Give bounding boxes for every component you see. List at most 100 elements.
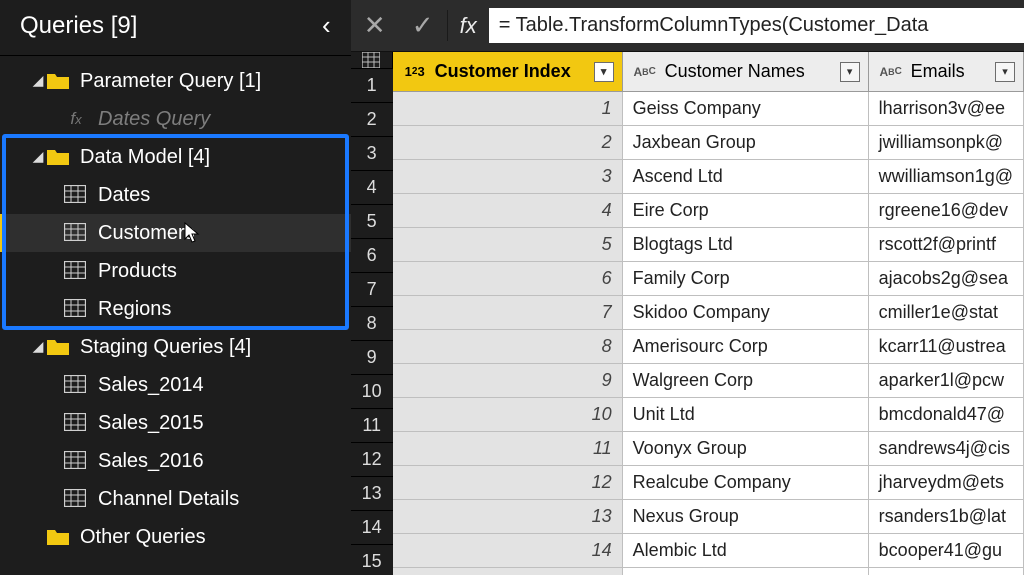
row-number[interactable]: 12 xyxy=(351,442,393,476)
cell-customer-name[interactable]: Family Corp xyxy=(623,262,869,295)
cell-email[interactable]: jwilliamsonpk@ xyxy=(869,126,1024,159)
cell-customer-name[interactable]: Realcube Company xyxy=(623,466,869,499)
cell-customer-index[interactable]: 5 xyxy=(393,228,623,261)
query-item[interactable]: fxDates Query xyxy=(0,100,351,138)
cell-customer-name[interactable]: Centizu Company xyxy=(623,568,869,575)
column-filter-button[interactable]: ▾ xyxy=(995,62,1015,82)
table-row[interactable]: 2Jaxbean Groupjwilliamsonpk@ xyxy=(393,126,1024,160)
column-header[interactable]: 123Customer Index▾ xyxy=(393,52,623,91)
table-row[interactable]: 14Alembic Ltdbcooper41@gu xyxy=(393,534,1024,568)
cell-email[interactable]: kcarr11@ustrea xyxy=(869,330,1024,363)
query-item[interactable]: Regions xyxy=(0,290,351,328)
cell-customer-index[interactable]: 13 xyxy=(393,500,623,533)
row-number[interactable]: 14 xyxy=(351,510,393,544)
cell-customer-index[interactable]: 7 xyxy=(393,296,623,329)
cell-email[interactable]: rgreene16@dev xyxy=(869,194,1024,227)
cell-customer-index[interactable]: 12 xyxy=(393,466,623,499)
column-header[interactable]: ABCCustomer Names▾ xyxy=(623,52,869,91)
row-number[interactable]: 2 xyxy=(351,102,393,136)
query-item[interactable]: Sales_2015 xyxy=(0,404,351,442)
row-number[interactable]: 6 xyxy=(351,238,393,272)
cell-email[interactable]: lharrison3v@ee xyxy=(869,92,1024,125)
query-group[interactable]: ◢Parameter Query [1] xyxy=(0,62,351,100)
formula-commit-button[interactable]: ✓ xyxy=(399,0,447,51)
query-group[interactable]: ◢Staging Queries [4] xyxy=(0,328,351,366)
query-item[interactable]: Products xyxy=(0,252,351,290)
row-number[interactable]: 15 xyxy=(351,544,393,575)
cell-email[interactable]: bcooper41@gu xyxy=(869,534,1024,567)
table-row[interactable]: 11Voonyx Groupsandrews4j@cis xyxy=(393,432,1024,466)
row-number[interactable]: 13 xyxy=(351,476,393,510)
fx-icon[interactable]: fx xyxy=(448,13,489,39)
table-row[interactable]: 12Realcube Companyjharveydm@ets xyxy=(393,466,1024,500)
cell-email[interactable]: sgarcia9k@mys xyxy=(869,568,1024,575)
cell-customer-index[interactable]: 3 xyxy=(393,160,623,193)
row-number[interactable]: 9 xyxy=(351,340,393,374)
column-filter-button[interactable]: ▾ xyxy=(594,62,614,82)
collapse-sidebar-button[interactable]: ‹ xyxy=(322,10,331,41)
row-number[interactable]: 4 xyxy=(351,170,393,204)
row-number[interactable]: 7 xyxy=(351,272,393,306)
query-item[interactable]: Sales_2016 xyxy=(0,442,351,480)
row-number[interactable]: 1 xyxy=(351,68,393,102)
select-all-corner[interactable] xyxy=(351,52,393,68)
cell-customer-index[interactable]: 1 xyxy=(393,92,623,125)
cell-customer-index[interactable]: 9 xyxy=(393,364,623,397)
cell-email[interactable]: rsanders1b@lat xyxy=(869,500,1024,533)
cell-customer-name[interactable]: Unit Ltd xyxy=(623,398,869,431)
table-row[interactable]: 13Nexus Grouprsanders1b@lat xyxy=(393,500,1024,534)
cell-customer-index[interactable]: 8 xyxy=(393,330,623,363)
cell-customer-name[interactable]: Blogtags Ltd xyxy=(623,228,869,261)
cell-customer-name[interactable]: Voonyx Group xyxy=(623,432,869,465)
number-type-icon[interactable]: 123 xyxy=(401,60,429,84)
cell-customer-index[interactable]: 4 xyxy=(393,194,623,227)
table-row[interactable]: 5Blogtags Ltdrscott2f@printf xyxy=(393,228,1024,262)
cell-customer-name[interactable]: Walgreen Corp xyxy=(623,364,869,397)
cell-email[interactable]: bmcdonald47@ xyxy=(869,398,1024,431)
table-row[interactable]: 1Geiss Companylharrison3v@ee xyxy=(393,92,1024,126)
cell-email[interactable]: cmiller1e@stat xyxy=(869,296,1024,329)
formula-input[interactable] xyxy=(489,8,1024,44)
query-item[interactable]: Channel Details xyxy=(0,480,351,518)
cell-email[interactable]: ajacobs2g@sea xyxy=(869,262,1024,295)
query-item[interactable]: Customers xyxy=(0,214,351,252)
cell-email[interactable]: jharveydm@ets xyxy=(869,466,1024,499)
table-row[interactable]: 10Unit Ltdbmcdonald47@ xyxy=(393,398,1024,432)
row-number[interactable]: 10 xyxy=(351,374,393,408)
row-number[interactable]: 8 xyxy=(351,306,393,340)
table-row[interactable]: 15Centizu Companysgarcia9k@mys xyxy=(393,568,1024,575)
table-row[interactable]: 3Ascend Ltdwwilliamson1g@ xyxy=(393,160,1024,194)
cell-customer-name[interactable]: Nexus Group xyxy=(623,500,869,533)
table-row[interactable]: 6Family Corpajacobs2g@sea xyxy=(393,262,1024,296)
cell-email[interactable]: wwilliamson1g@ xyxy=(869,160,1024,193)
column-header[interactable]: ABCEmails▾ xyxy=(869,52,1024,91)
cell-email[interactable]: rscott2f@printf xyxy=(869,228,1024,261)
cell-email[interactable]: sandrews4j@cis xyxy=(869,432,1024,465)
cell-customer-name[interactable]: Skidoo Company xyxy=(623,296,869,329)
table-row[interactable]: 9Walgreen Corpaparker1l@pcw xyxy=(393,364,1024,398)
cell-email[interactable]: aparker1l@pcw xyxy=(869,364,1024,397)
query-group[interactable]: Other Queries xyxy=(0,518,351,556)
row-number[interactable]: 11 xyxy=(351,408,393,442)
cell-customer-index[interactable]: 11 xyxy=(393,432,623,465)
cell-customer-index[interactable]: 14 xyxy=(393,534,623,567)
cell-customer-index[interactable]: 10 xyxy=(393,398,623,431)
row-number[interactable]: 3 xyxy=(351,136,393,170)
cell-customer-name[interactable]: Alembic Ltd xyxy=(623,534,869,567)
column-filter-button[interactable]: ▾ xyxy=(840,62,860,82)
query-item[interactable]: Sales_2014 xyxy=(0,366,351,404)
table-row[interactable]: 7Skidoo Companycmiller1e@stat xyxy=(393,296,1024,330)
cell-customer-name[interactable]: Amerisourc Corp xyxy=(623,330,869,363)
query-item[interactable]: Dates xyxy=(0,176,351,214)
row-number[interactable]: 5 xyxy=(351,204,393,238)
cell-customer-name[interactable]: Geiss Company xyxy=(623,92,869,125)
cell-customer-index[interactable]: 15 xyxy=(393,568,623,575)
query-group[interactable]: ◢Data Model [4] xyxy=(0,138,351,176)
cell-customer-name[interactable]: Jaxbean Group xyxy=(623,126,869,159)
table-row[interactable]: 8Amerisourc Corpkcarr11@ustrea xyxy=(393,330,1024,364)
cell-customer-index[interactable]: 2 xyxy=(393,126,623,159)
table-row[interactable]: 4Eire Corprgreene16@dev xyxy=(393,194,1024,228)
cell-customer-name[interactable]: Eire Corp xyxy=(623,194,869,227)
cell-customer-index[interactable]: 6 xyxy=(393,262,623,295)
formula-cancel-button[interactable]: ✕ xyxy=(351,0,399,51)
